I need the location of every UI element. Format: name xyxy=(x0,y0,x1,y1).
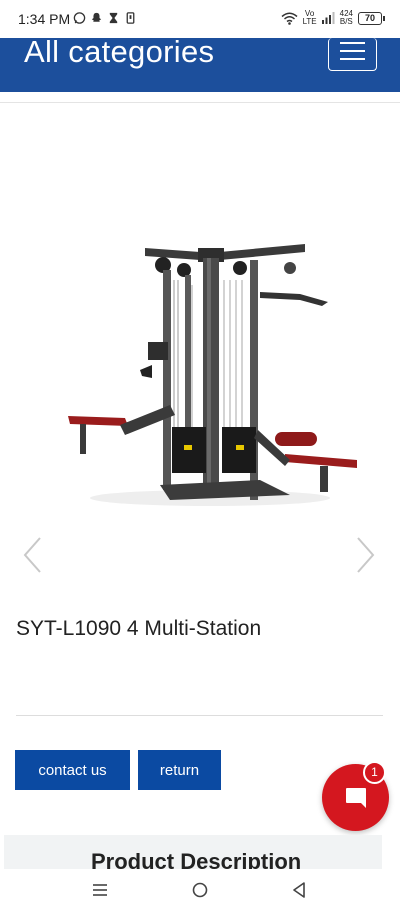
product-description-heading: Product Description xyxy=(91,849,302,871)
status-bar: 1:34 PM Vo LTE 424 B/S 70 xyxy=(0,0,400,38)
volte-indicator: Vo LTE xyxy=(302,9,317,26)
back-triangle-icon[interactable] xyxy=(290,881,308,899)
chat-bubble-icon xyxy=(346,788,366,808)
recent-apps-icon[interactable] xyxy=(91,881,109,899)
navigation-bar xyxy=(0,869,400,911)
status-time: 1:34 PM xyxy=(18,11,71,27)
menu-button[interactable] xyxy=(328,38,377,71)
whatsapp-icon xyxy=(73,12,86,24)
contact-us-button[interactable]: contact us xyxy=(15,750,130,790)
return-button[interactable]: return xyxy=(138,750,221,790)
product-title: SYT-L1090 4 Multi-Station xyxy=(16,617,262,640)
product-description-section: Product Description xyxy=(4,835,382,871)
network-speed: 424 B/S xyxy=(339,9,353,26)
page-title[interactable]: All categories xyxy=(24,34,214,70)
notification-icons xyxy=(73,11,137,25)
chevron-left-icon[interactable] xyxy=(20,535,44,575)
battery-level: 70 xyxy=(364,12,375,23)
phone-notification-icon xyxy=(126,12,135,24)
hourglass-icon xyxy=(109,12,118,24)
signal-icon xyxy=(321,12,335,24)
site-header: All categories xyxy=(0,34,400,92)
system-status-icons: Vo LTE 424 B/S 70 xyxy=(281,9,385,26)
snapchat-icon xyxy=(91,12,102,22)
hamburger-menu-icon xyxy=(340,42,365,44)
product-image[interactable] xyxy=(60,230,365,510)
battery-icon: 70 xyxy=(358,11,385,25)
header-divider xyxy=(0,102,400,103)
chat-notification-badge: 1 xyxy=(363,761,386,784)
wifi-icon xyxy=(281,12,298,25)
home-circle-icon[interactable] xyxy=(191,881,209,899)
content-divider xyxy=(16,715,383,716)
chevron-right-icon[interactable] xyxy=(354,535,378,575)
